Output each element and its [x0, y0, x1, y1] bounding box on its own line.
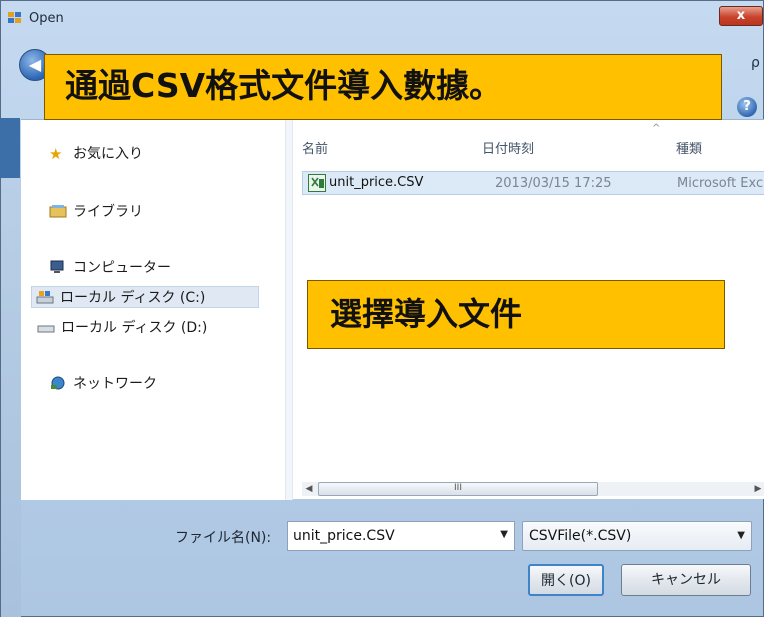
- table-row[interactable]: unit_price.CSV 2013/03/15 17:25 Microsof…: [302, 171, 764, 195]
- library-icon: [49, 203, 67, 219]
- column-header-name[interactable]: 名前: [302, 138, 328, 157]
- network-icon: [49, 375, 67, 391]
- chevron-down-icon[interactable]: ▼: [737, 530, 745, 541]
- filename-label: ファイル名(N):: [175, 530, 272, 546]
- navigation-pane: ★ お気に入り ライブラリ コンピューター ローカル ディスク (C:) ローカ…: [21, 120, 285, 500]
- filename-input[interactable]: unit_price.CSV ▼: [287, 521, 515, 551]
- sidebar-item-drive-d[interactable]: ローカル ディスク (D:): [37, 316, 207, 338]
- sidebar-item-drive-c[interactable]: ローカル ディスク (C:): [31, 286, 259, 308]
- close-button[interactable]: x: [719, 6, 763, 26]
- sidebar-item-label: ローカル ディスク (D:): [61, 320, 208, 336]
- background-panel: [0, 118, 20, 178]
- cancel-button[interactable]: キャンセル: [621, 564, 751, 596]
- star-icon: ★: [49, 145, 63, 163]
- annotation-callout-middle: 選擇導入文件: [307, 280, 725, 349]
- computer-icon: [49, 259, 67, 275]
- file-name: unit_price.CSV: [329, 175, 424, 190]
- sidebar-item-computer[interactable]: コンピューター: [49, 256, 171, 278]
- scrollbar-thumb[interactable]: III: [318, 482, 598, 496]
- sidebar-item-label: ライブラリ: [73, 204, 143, 220]
- sidebar-item-label: お気に入り: [73, 146, 143, 162]
- open-button[interactable]: 開く(O): [528, 564, 604, 596]
- sidebar-item-network[interactable]: ネットワーク: [49, 372, 157, 394]
- horizontal-scrollbar[interactable]: ◀ III ▶: [302, 480, 764, 498]
- sidebar-item-label: コンピューター: [73, 260, 171, 276]
- file-date: 2013/03/15 17:25: [495, 176, 612, 191]
- column-header-date[interactable]: 日付時刻: [482, 138, 534, 157]
- scroll-right-icon[interactable]: ▶: [751, 482, 764, 496]
- left-frame: [1, 175, 21, 617]
- window-title: Open: [29, 11, 64, 26]
- app-icon: [8, 12, 21, 23]
- drive-c-icon: [36, 289, 54, 305]
- help-icon[interactable]: ?: [737, 97, 757, 117]
- file-type: Microsoft Exc: [677, 176, 764, 191]
- drive-d-icon: [37, 319, 55, 335]
- annotation-callout-top: 通過CSV格式文件導入數據。: [44, 54, 722, 120]
- search-icon[interactable]: ρ: [751, 55, 764, 75]
- scroll-left-icon[interactable]: ◀: [302, 482, 316, 496]
- filename-value: unit_price.CSV: [293, 528, 395, 544]
- excel-file-icon: [308, 174, 326, 192]
- column-header-type[interactable]: 種類: [676, 138, 702, 157]
- sidebar-item-label: ローカル ディスク (C:): [60, 290, 206, 306]
- filetype-select[interactable]: CSVFile(*.CSV) ▼: [522, 521, 752, 551]
- sidebar-item-favorites[interactable]: ★ お気に入り: [49, 142, 143, 164]
- sort-arrow-icon: ^: [652, 123, 661, 134]
- pane-splitter[interactable]: [285, 120, 293, 500]
- sidebar-item-label: ネットワーク: [73, 376, 157, 392]
- chevron-down-icon[interactable]: ▼: [500, 529, 508, 540]
- sidebar-item-libraries[interactable]: ライブラリ: [49, 200, 143, 222]
- title-bar: Open x: [1, 1, 763, 45]
- filetype-value: CSVFile(*.CSV): [529, 528, 632, 544]
